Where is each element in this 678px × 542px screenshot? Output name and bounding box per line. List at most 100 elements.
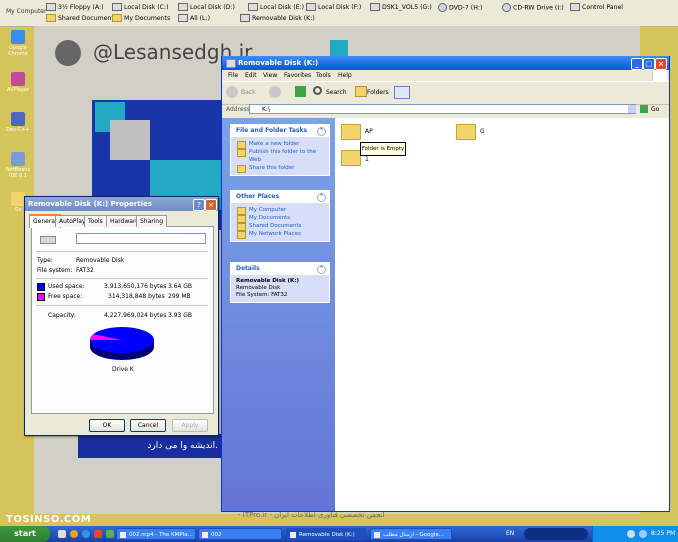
file-folder-tasks-box: File and Folder Tasks ^ Make a new folder…	[230, 124, 330, 176]
telegram-logo-icon	[55, 40, 81, 66]
ok-button[interactable]: OK	[89, 419, 125, 432]
quick-launch-icon[interactable]	[82, 530, 90, 538]
menu-file[interactable]: File	[228, 70, 238, 81]
collapse-chevron-icon[interactable]: ^	[317, 127, 326, 136]
details-box: Details ^ Removable Disk (K:) Removable D…	[230, 262, 330, 303]
quick-launch-icon[interactable]	[106, 530, 114, 538]
tab-tools[interactable]: Tools	[84, 215, 107, 227]
drive-shortcut[interactable]: Local Disk (D:)	[178, 3, 235, 13]
desktop-icon[interactable]: Dev-C++	[4, 112, 32, 133]
drive-shortcut[interactable]: Local Disk (E:)	[248, 3, 304, 13]
desktop-icon[interactable]: NetBeans IDE 8.1	[4, 152, 32, 179]
drive-shortcut[interactable]: DVD-7 (H:)	[438, 3, 482, 13]
menu-help[interactable]: Help	[338, 70, 352, 81]
cancel-button[interactable]: Cancel	[130, 419, 166, 432]
minimize-button[interactable]: _	[631, 58, 643, 70]
fs-label: File system:	[37, 267, 73, 274]
fs-value: FAT32	[76, 267, 94, 274]
task-link[interactable]: Publish this folder to the Web	[231, 148, 329, 164]
task-button[interactable]: 002.mp4 - The KMPla...	[116, 528, 196, 540]
collapse-chevron-icon[interactable]: ^	[317, 265, 326, 274]
shortcut-label: DVD-7 (H:)	[449, 4, 483, 12]
place-link[interactable]: My Network Places	[231, 230, 329, 239]
media-controls[interactable]	[524, 528, 588, 540]
app-icon	[11, 192, 25, 206]
quick-launch-icon[interactable]	[70, 530, 78, 538]
views-icon[interactable]	[394, 86, 410, 99]
folders-icon[interactable]	[355, 86, 367, 97]
folder-icon[interactable]	[341, 124, 361, 140]
folders-button[interactable]: Folders	[367, 89, 389, 96]
folder-icon[interactable]	[456, 124, 476, 140]
place-link[interactable]: My Documents	[231, 214, 329, 223]
close-button[interactable]: ×	[205, 199, 217, 211]
folder-name[interactable]: AP	[365, 128, 373, 135]
menu-tools[interactable]: Tools	[316, 70, 331, 81]
shortcut-label: Local Disk (C:)	[124, 4, 169, 11]
folder-shortcut[interactable]: All (L:)	[178, 14, 210, 24]
task-link[interactable]: Share this folder	[231, 164, 329, 173]
back-arrow-icon[interactable]	[226, 86, 238, 98]
shortcut-label: DSK1_VOL5 (G:)	[382, 4, 432, 11]
wallpaper-banner: اندیشه وا می دارد.	[78, 434, 224, 458]
help-button[interactable]: ?	[193, 199, 205, 211]
drive-shortcut[interactable]: CD-RW Drive (I:)	[502, 3, 564, 13]
drive-shortcut[interactable]: Control Panel	[570, 3, 623, 13]
desktop-icon[interactable]: AVPlayer	[4, 72, 32, 93]
go-arrow-icon[interactable]	[640, 105, 648, 113]
place-link[interactable]: Shared Documents	[231, 222, 329, 231]
address-input[interactable]: K:\	[249, 104, 636, 114]
task-button[interactable]: 002	[198, 528, 282, 540]
desktop-icon-label: Google Chrome	[8, 45, 28, 57]
volume-icon[interactable]	[627, 530, 635, 538]
search-button[interactable]: Search	[326, 89, 347, 96]
task-link[interactable]: Make a new folder	[231, 140, 329, 149]
forward-arrow-icon[interactable]	[269, 86, 281, 98]
general-panel: Type: Removable Disk File system: FAT32 …	[31, 226, 214, 414]
drive-icon	[178, 3, 188, 11]
folder-name[interactable]: G	[480, 128, 485, 135]
start-button[interactable]: start	[0, 526, 50, 542]
drive-shortcut[interactable]: Local Disk (F:)	[306, 3, 361, 13]
apply-button[interactable]: Apply	[172, 419, 208, 432]
folder-name[interactable]: 1	[365, 156, 369, 163]
task-button[interactable]: Removable Disk (K:)	[286, 528, 366, 540]
details-header[interactable]: Details ^	[231, 263, 329, 275]
folder-shortcut[interactable]: Removable Disk (K:)	[240, 14, 315, 24]
network-icon[interactable]	[639, 530, 647, 538]
tab-sharing[interactable]: Sharing	[136, 215, 168, 227]
close-button[interactable]: ×	[655, 58, 667, 70]
place-link[interactable]: My Computer	[231, 206, 329, 215]
menu-edit[interactable]: Edit	[245, 70, 257, 81]
quick-launch-icon[interactable]	[58, 530, 66, 538]
language-indicator[interactable]: EN	[506, 529, 514, 539]
go-button[interactable]: Go	[651, 106, 659, 113]
collapse-chevron-icon[interactable]: ^	[317, 193, 326, 202]
drive-shortcut[interactable]: DSK1_VOL5 (G:)	[370, 3, 432, 13]
task-label: Share this folder	[249, 165, 295, 171]
other-places-box: Other Places ^ My Computer My Documents Sha…	[230, 190, 330, 242]
menu-view[interactable]: View	[263, 70, 277, 81]
details-fs: File System: FAT32	[236, 292, 288, 298]
file-list-area[interactable]: AP G 1 Folder is Empty	[335, 118, 669, 511]
details-name: Removable Disk (K:)	[236, 278, 300, 284]
search-icon[interactable]	[313, 86, 322, 95]
task-button[interactable]: ارسال مطلب - Google...	[370, 528, 452, 540]
drive-name-input[interactable]	[76, 233, 206, 244]
other-places-header[interactable]: Other Places ^	[231, 191, 329, 203]
folder-shortcut[interactable]: My Documents	[112, 14, 170, 24]
up-folder-icon[interactable]	[295, 86, 306, 97]
folder-icon[interactable]	[341, 150, 361, 166]
shortcut-label: Shared Documents	[58, 15, 118, 22]
quick-launch-icon[interactable]	[94, 530, 102, 538]
drive-shortcut[interactable]: Local Disk (C:)	[112, 3, 169, 13]
clock[interactable]: 8:25 PM	[651, 529, 675, 539]
maximize-button[interactable]: □	[643, 58, 655, 70]
desktop-icon[interactable]: Google Chrome	[4, 30, 32, 57]
file-tasks-header[interactable]: File and Folder Tasks ^	[231, 125, 329, 137]
chevron-down-icon[interactable]	[628, 105, 636, 113]
disk-usage-pie	[90, 327, 154, 360]
menu-favorites[interactable]: Favorites	[284, 70, 311, 81]
drive-shortcut[interactable]: 3½ Floppy (A:)	[46, 3, 104, 13]
folder-shortcut[interactable]: Shared Documents	[46, 14, 117, 24]
